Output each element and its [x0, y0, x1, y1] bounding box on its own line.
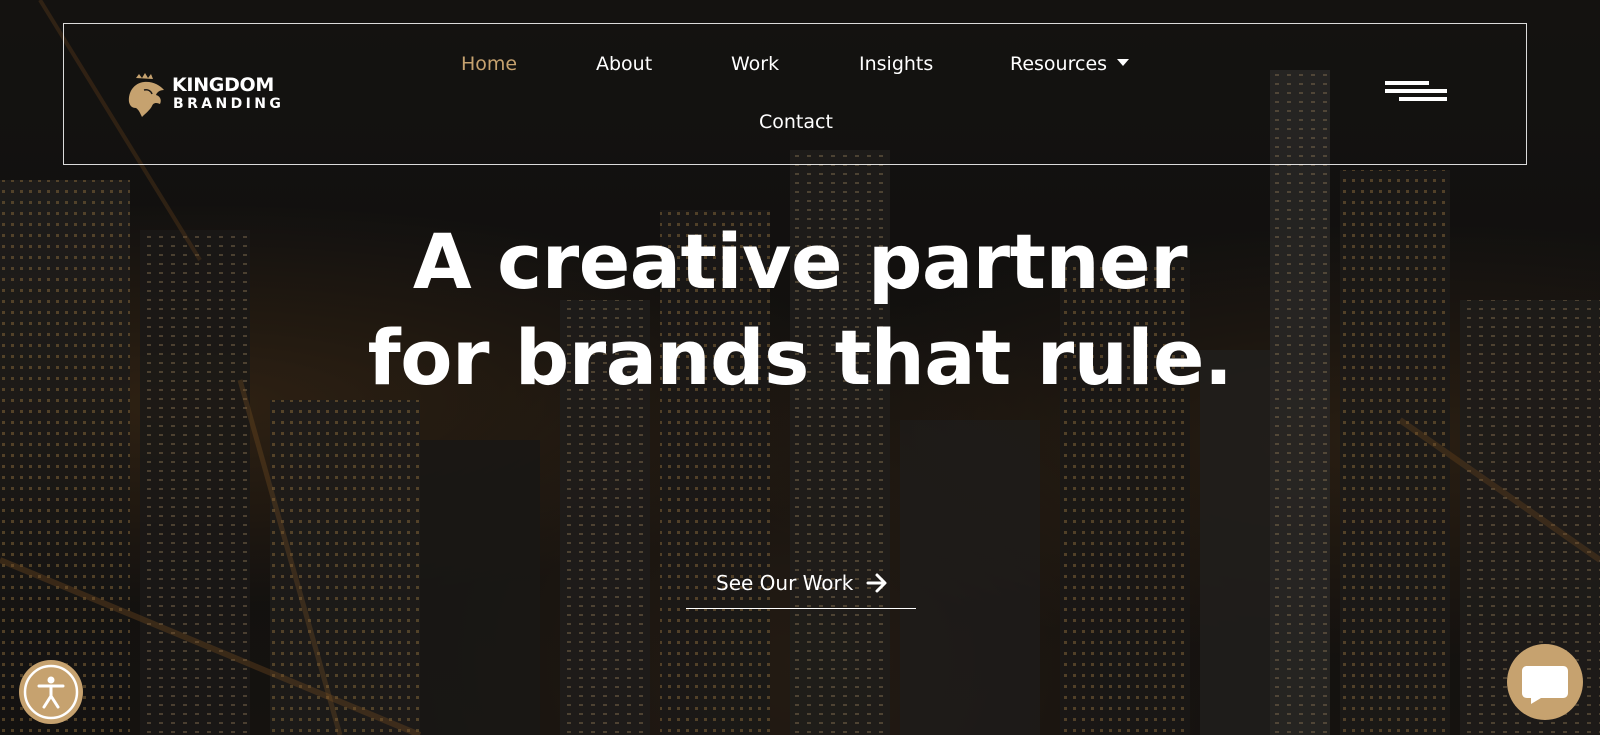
arrow-right-icon [866, 573, 887, 593]
nav-work[interactable]: Work [731, 53, 779, 75]
accessibility-button[interactable] [19, 660, 83, 724]
brand-name-line1: KINGDOM [172, 74, 275, 96]
nav-about[interactable]: About [596, 53, 652, 75]
brand-logo[interactable]: KINGDOM BRANDING [122, 72, 282, 122]
headline-line2: for brands that rule. [367, 313, 1233, 402]
nav-insights[interactable]: Insights [859, 53, 933, 75]
hamburger-icon[interactable] [1385, 79, 1451, 103]
cta-label: See Our Work [716, 571, 854, 595]
chat-button[interactable] [1507, 644, 1583, 720]
brand-name-line2: BRANDING [173, 96, 285, 112]
accessibility-icon [23, 664, 79, 720]
site-header: KINGDOM BRANDING Home About Work Insight… [63, 23, 1527, 165]
chat-bubble-icon [1522, 666, 1568, 704]
lion-crown-icon [128, 73, 164, 117]
hero-headline: A creative partner for brands that rule. [0, 214, 1600, 406]
nav-resources[interactable]: Resources [1010, 53, 1130, 75]
headline-line1: A creative partner [412, 217, 1188, 306]
caret-down-icon [1117, 59, 1130, 66]
see-our-work-button[interactable]: See Our Work [686, 564, 916, 609]
nav-home[interactable]: Home [461, 53, 517, 75]
hero-section: KINGDOM BRANDING Home About Work Insight… [0, 0, 1600, 735]
nav-resources-label: Resources [1010, 53, 1108, 75]
nav-contact[interactable]: Contact [759, 111, 833, 133]
